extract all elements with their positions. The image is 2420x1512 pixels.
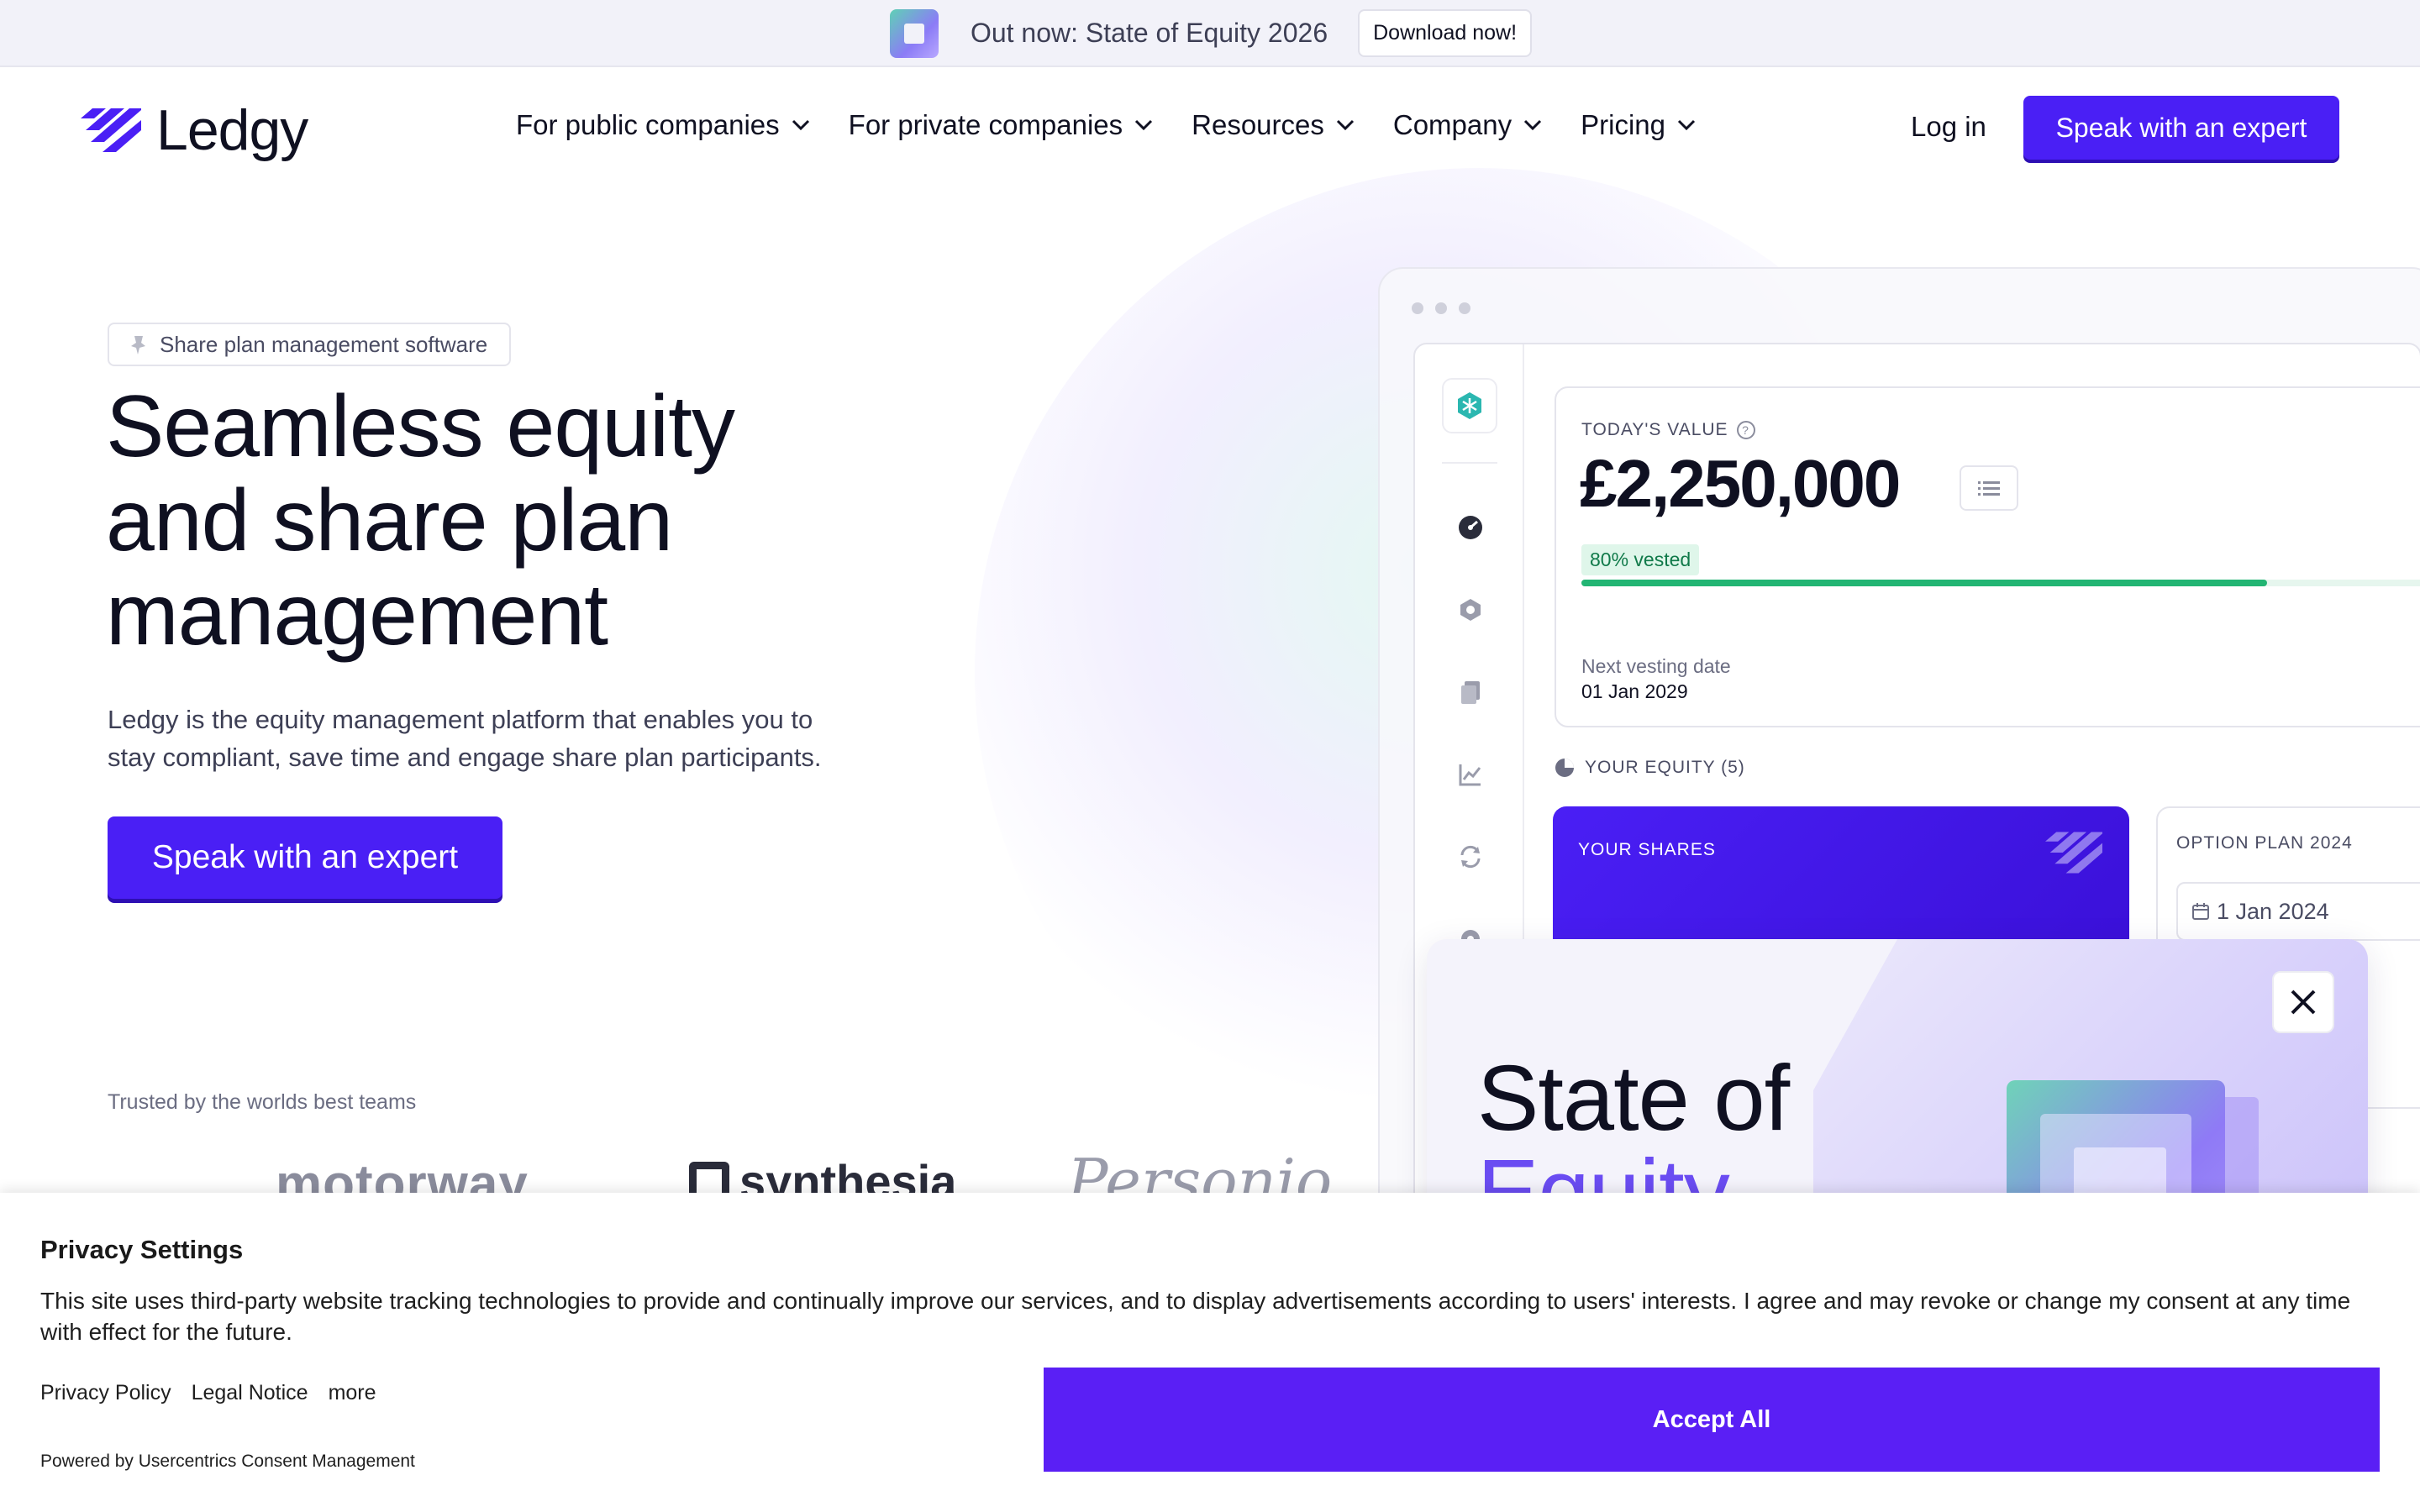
nav-resources[interactable]: Resources (1192, 109, 1355, 141)
nav-label: For private companies (848, 109, 1123, 140)
window-dot (1412, 302, 1423, 314)
cube-icon[interactable] (1457, 596, 1484, 623)
main-nav: Ledgy For public companies For private c… (0, 67, 2420, 188)
hero-subtitle: Ledgy is the equity management platform … (108, 705, 822, 772)
login-link[interactable]: Log in (1911, 111, 1986, 143)
your-equity-header: YOUR EQUITY (5) (1555, 758, 1745, 778)
todays-value-card: TODAY'S VALUE ? £2,250,000 80% vested Ne… (1555, 386, 2420, 727)
nav-company[interactable]: Company (1393, 109, 1542, 141)
trusted-by-label: Trusted by the worlds best teams (108, 1090, 417, 1114)
privacy-links: Privacy Policy Legal Notice more (40, 1381, 376, 1405)
refresh-icon[interactable] (1457, 843, 1484, 870)
announcement-bar: Out now: State of Equity 2026 Download n… (0, 0, 2420, 67)
more-link[interactable]: more (329, 1381, 376, 1405)
chevron-down-icon (1336, 119, 1354, 131)
nav-public-companies[interactable]: For public companies (516, 109, 810, 141)
vested-badge: 80% vested (1581, 544, 1700, 575)
accept-all-button[interactable]: Accept All (1044, 1368, 2380, 1472)
snowflake-icon (1458, 392, 1481, 419)
documents-icon[interactable] (1457, 679, 1484, 706)
promo-title-line-1: State of (1477, 1047, 1790, 1150)
window-dot (1435, 302, 1447, 314)
chevron-down-icon (1135, 119, 1153, 131)
vesting-progress-bar (1581, 580, 2420, 586)
nav-label: Company (1392, 109, 1512, 140)
option-plan-label: OPTION PLAN 2024 (2176, 833, 2353, 853)
privacy-settings-title: Privacy Settings (40, 1235, 244, 1264)
next-vesting-label: Next vesting date (1581, 655, 1731, 677)
your-equity-label: YOUR EQUITY (5) (1585, 758, 1745, 777)
chart-icon[interactable] (1457, 761, 1484, 788)
pin-icon (131, 336, 145, 354)
todays-value-label-text: TODAY'S VALUE (1581, 420, 1728, 439)
hero-title: Seamless equity and share plan managemen… (106, 378, 735, 664)
nav-pricing[interactable]: Pricing (1581, 109, 1696, 141)
download-now-button[interactable]: Download now! (1358, 8, 1533, 57)
todays-value-label: TODAY'S VALUE ? (1581, 420, 1755, 440)
option-plan-date: 1 Jan 2024 (2176, 882, 2420, 941)
nav-label: For public companies (516, 109, 780, 140)
nav-label: Pricing (1581, 109, 1665, 140)
brand-name: Ledgy (156, 98, 308, 162)
pie-chart-icon (1555, 759, 1574, 777)
privacy-policy-link[interactable]: Privacy Policy (40, 1381, 171, 1405)
legal-notice-link[interactable]: Legal Notice (192, 1381, 308, 1405)
nav-links: For public companies For private compani… (516, 109, 1696, 141)
calendar-icon (2192, 903, 2209, 920)
announcement-text[interactable]: Out now: State of Equity 2026 (971, 18, 1328, 49)
chevron-down-icon (1524, 119, 1542, 131)
your-shares-label: YOUR SHARES (1578, 840, 1716, 859)
app-brand-icon (1442, 378, 1497, 433)
category-pill: Share plan management software (108, 323, 512, 366)
chevron-down-icon (1677, 119, 1696, 131)
close-icon (2291, 990, 2316, 1015)
speak-with-expert-nav-button[interactable]: Speak with an expert (2023, 96, 2339, 160)
window-dot (1459, 302, 1470, 314)
speak-with-expert-hero-button[interactable]: Speak with an expert (108, 816, 502, 899)
nav-label: Resources (1192, 109, 1324, 140)
help-icon[interactable]: ? (1736, 421, 1755, 439)
close-popup-button[interactable] (2272, 971, 2334, 1033)
list-icon (1978, 481, 2000, 496)
dashboard-icon[interactable] (1457, 514, 1484, 541)
vesting-progress-fill (1581, 580, 2267, 586)
pill-label: Share plan management software (160, 331, 488, 357)
privacy-settings-banner: Privacy Settings This site uses third-pa… (0, 1193, 2420, 1512)
nav-private-companies[interactable]: For private companies (849, 109, 1153, 141)
report-cover-icon (888, 6, 940, 60)
todays-value-amount: £2,250,000 (1580, 446, 1901, 521)
sidebar-divider (1442, 462, 1497, 464)
next-vesting-date: 01 Jan 2029 (1581, 680, 1688, 702)
powered-by-text: Powered by Usercentrics Consent Manageme… (40, 1452, 415, 1471)
ledgy-logo-mark-icon (81, 108, 141, 152)
privacy-settings-body: This site uses third-party website track… (40, 1288, 2351, 1345)
list-view-button[interactable] (1960, 465, 2018, 511)
promo-corner (1813, 939, 1897, 1090)
chevron-down-icon (792, 119, 809, 131)
ledgy-logo-mark-icon (2045, 832, 2102, 874)
ledgy-logo[interactable]: Ledgy (81, 97, 308, 163)
option-plan-date-text: 1 Jan 2024 (2217, 898, 2329, 924)
